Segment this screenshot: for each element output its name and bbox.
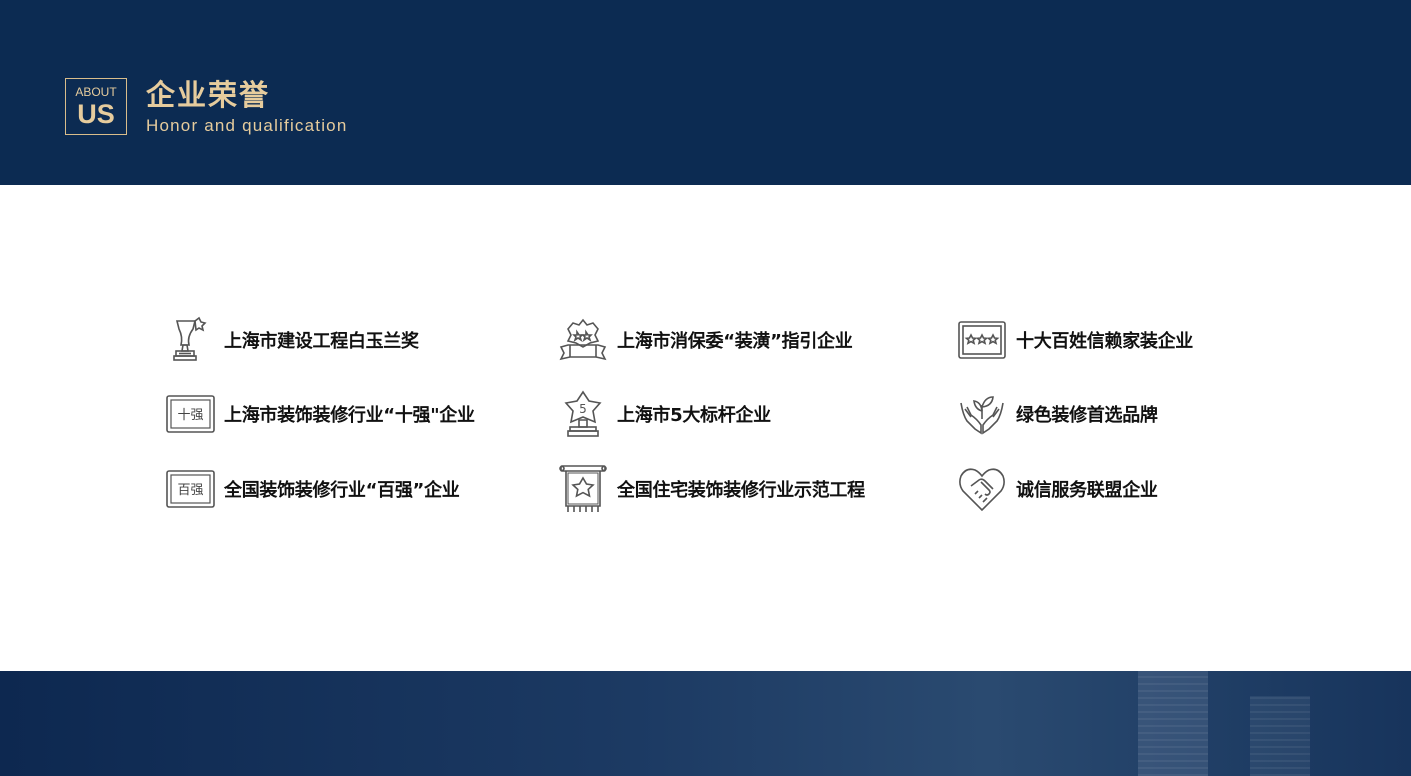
honor-label: 上海市建设工程白玉兰奖 bbox=[224, 331, 419, 352]
hands-sprout-icon bbox=[960, 396, 1004, 435]
honor-label: 绿色装修首选品牌 bbox=[1016, 405, 1158, 426]
honor-item: 诚信服务联盟企业 bbox=[957, 463, 1158, 515]
badge-number: 5 bbox=[579, 402, 587, 416]
page-subtitle: Honor and qualification bbox=[146, 116, 348, 135]
plaque-text: 十强 bbox=[177, 408, 203, 423]
handshake-heart-icon bbox=[959, 468, 1005, 512]
honor-item: 百强 全国装饰装修行业“百强”企业 bbox=[165, 463, 460, 515]
about-us-badge: ABOUT US bbox=[65, 78, 127, 135]
honor-item: 5 上海市5大标杆企业 bbox=[558, 388, 771, 440]
trophy-icon bbox=[173, 316, 207, 361]
skyline-building bbox=[1138, 671, 1208, 776]
baiqiang-plaque-icon: 百强 bbox=[166, 470, 215, 508]
honor-item: 十强 上海市装饰装修行业“十强"企业 bbox=[165, 388, 475, 440]
three-stars-plaque-icon bbox=[958, 321, 1006, 359]
honor-item: 上海市建设工程白玉兰奖 bbox=[165, 314, 419, 366]
star-5-trophy-icon: 5 bbox=[564, 390, 602, 437]
header-banner: ABOUT US 企业荣誉 Honor and qualification bbox=[0, 0, 1411, 185]
shiqiang-plaque-icon: 十强 bbox=[166, 395, 215, 433]
banner-star-icon bbox=[559, 465, 607, 512]
honors-grid: 上海市建设工程白玉兰奖 上海市消保委“装潢”指引企业 十大百姓信赖家装企业 十强 bbox=[0, 185, 1411, 671]
honor-label: 诚信服务联盟企业 bbox=[1016, 480, 1158, 501]
honor-item: 十大百姓信赖家装企业 bbox=[957, 314, 1193, 366]
plaque-text: 百强 bbox=[177, 483, 203, 498]
page-title: 企业荣誉 bbox=[146, 78, 271, 112]
honor-item: 全国住宅装饰装修行业示范工程 bbox=[558, 463, 865, 515]
honor-label: 全国住宅装饰装修行业示范工程 bbox=[617, 480, 865, 501]
about-label: ABOUT bbox=[75, 85, 117, 99]
skyline-building bbox=[1250, 696, 1310, 776]
honor-label: 上海市5大标杆企业 bbox=[617, 405, 771, 426]
honor-label: 上海市装饰装修行业“十强"企业 bbox=[224, 405, 475, 426]
honor-item: 绿色装修首选品牌 bbox=[957, 388, 1158, 440]
us-label: US bbox=[77, 99, 115, 129]
award-ribbon-icon bbox=[559, 318, 607, 361]
honor-label: 全国装饰装修行业“百强”企业 bbox=[224, 480, 460, 501]
honor-label: 十大百姓信赖家装企业 bbox=[1016, 331, 1193, 352]
honor-item: 上海市消保委“装潢”指引企业 bbox=[558, 314, 853, 366]
honor-label: 上海市消保委“装潢”指引企业 bbox=[617, 331, 853, 352]
footer-banner bbox=[0, 671, 1411, 776]
